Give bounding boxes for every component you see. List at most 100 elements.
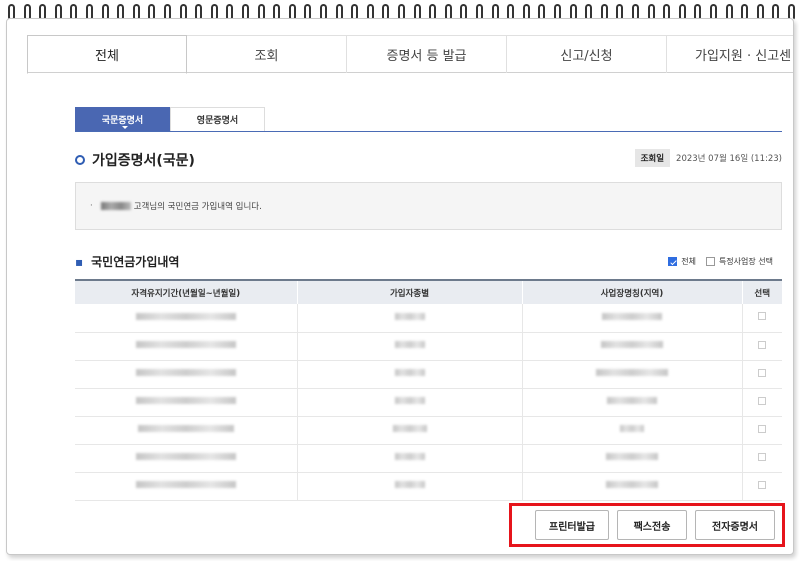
row-select-checkbox[interactable] [758, 312, 767, 321]
query-date-label: 조회일 [634, 149, 671, 167]
filter-specific[interactable]: 특정사업장 선택 [705, 256, 773, 267]
select-cell [741, 360, 782, 389]
tab-korean-certificate[interactable]: 국문증명서 [75, 107, 170, 131]
redacted-value [602, 312, 662, 320]
redacted-cell [521, 304, 742, 333]
select-cell [741, 472, 782, 501]
query-date-value: 2023년 07월 16일 (11:23) [676, 154, 782, 164]
select-cell [741, 304, 782, 333]
certificate-language-tabs: 국문증명서 영문증명서 [75, 107, 782, 132]
redacted-cell [521, 332, 742, 361]
circle-bullet-icon [75, 155, 85, 165]
electronic-certificate-button[interactable]: 전자증명서 [695, 510, 775, 540]
redacted-value [620, 425, 644, 432]
redacted-value [392, 425, 427, 432]
select-cell [741, 388, 782, 417]
list-header: ▪ 국민연금가입내역 [75, 253, 179, 270]
redacted-name [100, 202, 131, 210]
redacted-cell [296, 416, 522, 445]
filter-all-checkbox[interactable] [668, 257, 678, 266]
redacted-cell [296, 360, 522, 389]
list-title: 국민연금가입내역 [91, 255, 180, 269]
print-issue-button[interactable]: 프린터발급 [535, 510, 609, 540]
info-text: 고객님의 국민연금 가입내역 입니다. [133, 202, 262, 212]
table-row [75, 444, 782, 473]
enrollment-table: 자격유지기간(년월일~년월일) 가입자종별 사업장명칭(지역) 선택 [75, 279, 782, 501]
filter-all[interactable]: 전체 [668, 256, 696, 267]
bullet-dot-icon: · [90, 201, 93, 211]
redacted-cell [296, 304, 522, 333]
redacted-value [137, 425, 234, 432]
tab-certificate-issue[interactable]: 증명서 등 발급 [347, 35, 507, 73]
workplace-filter: 전체 특정사업장 선택 [658, 256, 773, 267]
table-row [75, 472, 782, 501]
redacted-cell [521, 416, 742, 445]
redacted-cell [296, 332, 522, 361]
redacted-cell [75, 360, 297, 389]
tab-join-support[interactable]: 가입지원 · 신고센 [667, 35, 793, 73]
redacted-value [135, 397, 236, 404]
redacted-cell [75, 332, 297, 361]
redacted-cell [521, 360, 742, 389]
redacted-value [394, 369, 425, 376]
tab-inquiry[interactable]: 조회 [187, 35, 347, 73]
table-row [75, 360, 782, 389]
redacted-cell [521, 388, 742, 417]
row-select-checkbox[interactable] [758, 340, 767, 349]
redacted-value [394, 453, 425, 460]
table-row [75, 416, 782, 445]
redacted-cell [75, 472, 297, 501]
redacted-cell [75, 444, 297, 473]
tab-english-certificate[interactable]: 영문증명서 [170, 107, 265, 131]
redacted-cell [75, 304, 297, 333]
col-period: 자격유지기간(년월일~년월일) [75, 279, 297, 304]
page-title: 가입증명서(국문) [92, 153, 195, 169]
redacted-value [394, 341, 425, 348]
redacted-value [596, 369, 668, 376]
table-header-row: 자격유지기간(년월일~년월일) 가입자종별 사업장명칭(지역) 선택 [75, 279, 782, 304]
redacted-cell [296, 444, 522, 473]
redacted-value [394, 312, 425, 320]
col-workplace: 사업장명칭(지역) [521, 279, 742, 304]
redacted-value [394, 481, 425, 488]
col-member-type: 가입자종별 [296, 279, 522, 304]
filter-all-label: 전체 [681, 257, 696, 266]
select-cell [741, 332, 782, 361]
redacted-cell [296, 472, 522, 501]
redacted-cell [75, 388, 297, 417]
filter-specific-label: 특정사업장 선택 [718, 257, 773, 266]
row-select-checkbox[interactable] [758, 396, 767, 405]
redacted-value [606, 481, 658, 488]
row-select-checkbox[interactable] [758, 368, 767, 377]
redacted-cell [296, 388, 522, 417]
row-select-checkbox[interactable] [758, 452, 767, 461]
redacted-value [606, 453, 658, 460]
select-cell [741, 416, 782, 445]
redacted-value [607, 397, 657, 404]
redacted-value [394, 397, 425, 404]
redacted-cell [521, 472, 742, 501]
tab-all[interactable]: 전체 [27, 35, 187, 74]
section-header: 가입증명서(국문) [75, 150, 195, 170]
redacted-value [135, 341, 236, 348]
table-row [75, 332, 782, 361]
filter-specific-checkbox[interactable] [705, 257, 715, 266]
row-select-checkbox[interactable] [758, 424, 767, 433]
redacted-value [135, 453, 236, 460]
redacted-cell [521, 444, 742, 473]
select-cell [741, 444, 782, 473]
row-select-checkbox[interactable] [758, 480, 767, 489]
tab-report-apply[interactable]: 신고/신청 [507, 35, 667, 73]
col-select: 선택 [741, 279, 782, 304]
top-nav-tabs: 전체 조회 증명서 등 발급 신고/신청 가입지원 · 신고센 [27, 35, 793, 74]
table-row [75, 388, 782, 417]
query-date: 조회일 2023년 07월 16일 (11:23) [634, 149, 782, 167]
redacted-value [601, 341, 663, 348]
redacted-value [135, 312, 236, 320]
info-box: · 고객님의 국민연금 가입내역 입니다. [75, 182, 782, 230]
table-row [75, 304, 782, 333]
redacted-value [135, 481, 236, 488]
fax-send-button[interactable]: 팩스전송 [617, 510, 687, 540]
redacted-cell [75, 416, 297, 445]
action-buttons-highlight: 프린터발급 팩스전송 전자증명서 [509, 503, 785, 547]
